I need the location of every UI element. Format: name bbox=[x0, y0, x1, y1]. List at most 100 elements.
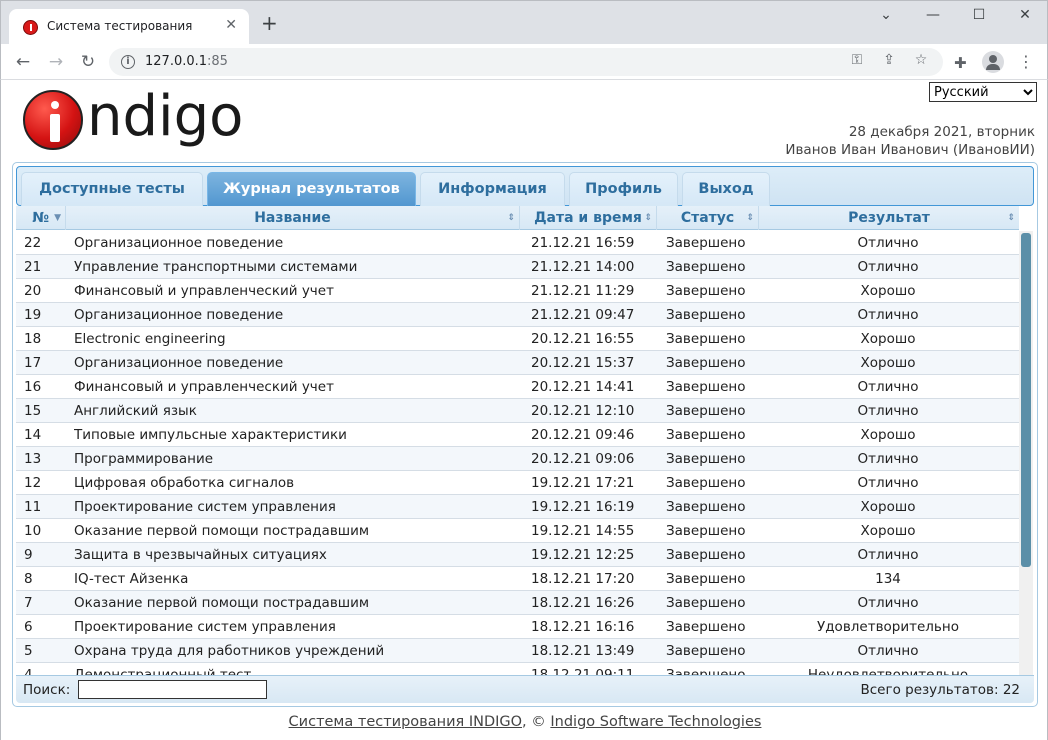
table-row[interactable]: 4 Демонстрационный тест 18.12.21 09:11 Заве… bbox=[16, 663, 1019, 675]
row-result: Хорошо bbox=[860, 283, 916, 299]
row-datetime: 20.12.21 09:06 bbox=[531, 451, 635, 467]
table-footer: Поиск: Всего результатов: 22 bbox=[16, 675, 1034, 703]
user-name: Иванов Иван Иванович (ИвановИИ) bbox=[785, 142, 1035, 158]
row-test-name: Организационное поведение bbox=[74, 235, 284, 251]
profile-icon[interactable] bbox=[982, 51, 1004, 73]
close-tab-icon[interactable]: ✕ bbox=[225, 17, 237, 33]
table-row[interactable]: 16 Финансовый и управленческий учет 20.12.… bbox=[16, 375, 1019, 399]
back-icon[interactable]: ← bbox=[11, 50, 35, 74]
table-row[interactable]: 19 Организационное поведение 21.12.21 09:4… bbox=[16, 303, 1019, 327]
tab-search-icon[interactable]: ⌄ bbox=[871, 7, 901, 23]
system-link[interactable]: Система тестирования INDIGO bbox=[289, 714, 523, 730]
row-datetime: 18.12.21 16:26 bbox=[531, 595, 635, 611]
scrollbar-thumb[interactable] bbox=[1021, 233, 1031, 567]
table-row[interactable]: 20 Финансовый и управленческий учет 21.12.… bbox=[16, 279, 1019, 303]
row-status: Завершено bbox=[666, 403, 746, 419]
row-status: Завершено bbox=[666, 643, 746, 659]
row-test-name: Финансовый и управленческий учет bbox=[74, 283, 334, 299]
table-row[interactable]: 8 IQ-тест Айзенка 18.12.21 17:20 Завершено 1… bbox=[16, 567, 1019, 591]
row-test-name: Проектирование систем управления bbox=[74, 619, 336, 635]
row-result: 134 bbox=[875, 571, 901, 587]
tab-available-tests[interactable]: Доступные тесты bbox=[21, 172, 203, 208]
row-result: Удовлетворительно bbox=[817, 619, 959, 635]
reload-icon[interactable]: ↻ bbox=[76, 50, 100, 74]
row-test-name: Английский язык bbox=[74, 403, 197, 419]
table-row[interactable]: 13 Программирование 20.12.21 09:06 Завершен… bbox=[16, 447, 1019, 471]
table-row[interactable]: 5 Охрана труда для работников учреждений 1… bbox=[16, 639, 1019, 663]
key-icon[interactable]: ⚿ bbox=[847, 52, 867, 68]
column-header-number[interactable]: № ▼ bbox=[16, 206, 66, 230]
table-row[interactable]: 21 Управление транспортными системами 21.1… bbox=[16, 255, 1019, 279]
row-test-name: Типовые импульсные характеристики bbox=[74, 427, 347, 443]
close-window-icon[interactable]: ✕ bbox=[1010, 7, 1040, 23]
row-result: Хорошо bbox=[860, 331, 916, 347]
row-test-name: Программирование bbox=[74, 451, 214, 467]
row-datetime: 19.12.21 12:25 bbox=[531, 547, 635, 563]
tab-logout[interactable]: Выход bbox=[682, 172, 770, 208]
row-result: Хорошо bbox=[860, 355, 916, 371]
browser-tabstrip: Система тестирования ✕ + ⌄ — ☐ ✕ bbox=[0, 0, 1048, 45]
table-row[interactable]: 22 Организационное поведение 21.12.21 16:5… bbox=[16, 231, 1019, 255]
column-header-name[interactable]: Название ⇕ bbox=[66, 206, 520, 230]
language-select[interactable]: Русский bbox=[929, 82, 1037, 102]
row-result: Отлично bbox=[857, 475, 919, 491]
row-status: Завершено bbox=[666, 667, 746, 675]
table-row[interactable]: 10 Оказание первой помощи пострадавшим 19.… bbox=[16, 519, 1019, 543]
forward-icon[interactable]: → bbox=[44, 50, 68, 74]
table-row[interactable]: 7 Оказание первой помощи пострадавшим 18.1… bbox=[16, 591, 1019, 615]
table-row[interactable]: 11 Проектирование систем управления 19.12.… bbox=[16, 495, 1019, 519]
bookmark-star-icon[interactable]: ☆ bbox=[911, 52, 931, 68]
search-input[interactable] bbox=[78, 680, 267, 699]
table-row[interactable]: 6 Проектирование систем управления 18.12.2… bbox=[16, 615, 1019, 639]
row-status: Завершено bbox=[666, 499, 746, 515]
browser-tab[interactable]: Система тестирования ✕ bbox=[9, 9, 249, 45]
tab-information[interactable]: Информация bbox=[420, 172, 565, 208]
sort-desc-icon: ▼ bbox=[54, 213, 61, 223]
row-number: 6 bbox=[24, 619, 33, 635]
row-result: Отлично bbox=[857, 595, 919, 611]
row-result: Отлично bbox=[857, 235, 919, 251]
row-result: Отлично bbox=[857, 379, 919, 395]
row-result: Хорошо bbox=[860, 427, 916, 443]
row-test-name: IQ-тест Айзенка bbox=[74, 571, 189, 587]
column-header-datetime[interactable]: Дата и время ⇕ bbox=[520, 206, 657, 230]
extensions-icon[interactable]: ✚ bbox=[954, 54, 967, 72]
table-row[interactable]: 15 Английский язык 20.12.21 12:10 Завершено… bbox=[16, 399, 1019, 423]
row-number: 15 bbox=[24, 403, 42, 419]
row-number: 9 bbox=[24, 547, 33, 563]
row-datetime: 18.12.21 17:20 bbox=[531, 571, 635, 587]
row-number: 10 bbox=[24, 523, 42, 539]
row-test-name: Защита в чрезвычайных ситуациях bbox=[74, 547, 327, 563]
row-status: Завершено bbox=[666, 235, 746, 251]
table-row[interactable]: 17 Организационное поведение 20.12.21 15:3… bbox=[16, 351, 1019, 375]
page-footer: Система тестирования INDIGO, © Indigo So… bbox=[1, 714, 1048, 730]
table-row[interactable]: 18 Electronic engineering 20.12.21 16:55 За… bbox=[16, 327, 1019, 351]
tab-bar: Доступные тесты Журнал результатов Инфор… bbox=[16, 166, 1034, 208]
table-row[interactable]: 14 Типовые импульсные характеристики 20.12… bbox=[16, 423, 1019, 447]
table-row[interactable]: 12 Цифровая обработка сигналов 19.12.21 17… bbox=[16, 471, 1019, 495]
share-icon[interactable]: ⇪ bbox=[879, 52, 899, 68]
tab-profile[interactable]: Профиль bbox=[569, 172, 678, 208]
column-header-result[interactable]: Результат ⇕ bbox=[759, 206, 1019, 230]
row-datetime: 20.12.21 09:46 bbox=[531, 427, 635, 443]
sort-icon: ⇕ bbox=[1007, 213, 1015, 223]
row-status: Завершено bbox=[666, 379, 746, 395]
address-bar[interactable]: i 127.0.0.1:85 ⚿ ⇪ ☆ bbox=[109, 48, 943, 76]
table-row[interactable]: 9 Защита в чрезвычайных ситуациях 19.12.21… bbox=[16, 543, 1019, 567]
row-status: Завершено bbox=[666, 307, 746, 323]
site-info-icon[interactable]: i bbox=[121, 55, 135, 69]
row-status: Завершено bbox=[666, 619, 746, 635]
row-datetime: 18.12.21 13:49 bbox=[531, 643, 635, 659]
new-tab-icon[interactable]: + bbox=[261, 13, 278, 33]
row-datetime: 21.12.21 09:47 bbox=[531, 307, 635, 323]
column-header-status[interactable]: Статус ⇕ bbox=[657, 206, 759, 230]
tab-results-log[interactable]: Журнал результатов bbox=[207, 172, 416, 208]
row-test-name: Оказание первой помощи пострадавшим bbox=[74, 595, 370, 611]
minimize-icon[interactable]: — bbox=[918, 7, 948, 23]
company-link[interactable]: Indigo Software Technologies bbox=[550, 714, 761, 730]
row-status: Завершено bbox=[666, 451, 746, 467]
maximize-icon[interactable]: ☐ bbox=[964, 7, 994, 23]
row-number: 18 bbox=[24, 331, 42, 347]
browser-menu-icon[interactable]: ⋮ bbox=[1018, 52, 1034, 71]
table-scrollbar[interactable] bbox=[1019, 231, 1033, 675]
